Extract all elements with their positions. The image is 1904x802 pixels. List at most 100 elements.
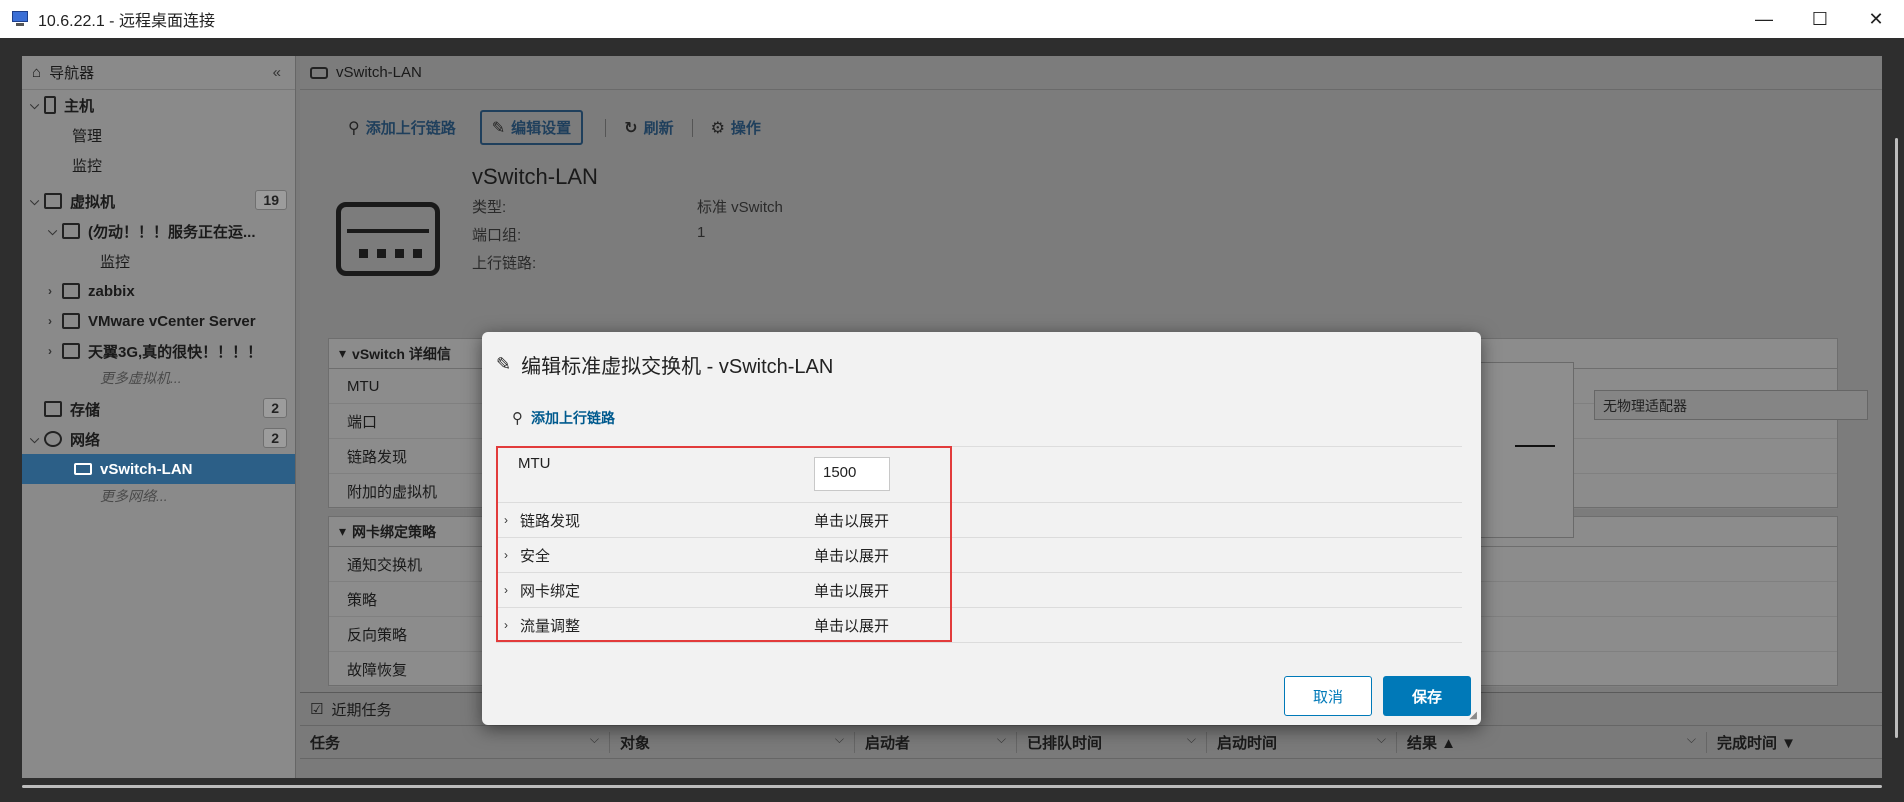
property-row: 上行链路:: [472, 252, 783, 280]
minimize-button[interactable]: —: [1736, 0, 1792, 38]
toolbar-divider: [691, 118, 693, 137]
storage-icon: [44, 401, 62, 417]
nav-host-label: 主机: [64, 97, 95, 115]
topology-diagram: [1474, 362, 1574, 538]
chevron-down-icon[interactable]: ⌵: [997, 732, 1006, 753]
chevron-right-icon[interactable]: ›: [48, 344, 62, 358]
nav-more-vms[interactable]: 更多虚拟机...: [22, 366, 295, 390]
nav-vm-item[interactable]: ⌵ (勿动！！！服务正在运...: [22, 216, 295, 246]
nav-vm-item[interactable]: › VMware vCenter Server: [22, 306, 295, 336]
host-icon: [44, 96, 56, 114]
nav-host-manage[interactable]: 管理: [22, 120, 295, 150]
storage-count-badge: 2: [263, 398, 287, 418]
column-label: 启动时间: [1217, 734, 1278, 752]
chevron-down-icon[interactable]: ⌵: [1687, 732, 1696, 753]
column-header[interactable]: 已排队时间 ⌵: [1017, 731, 1207, 753]
navigator-panel: ⌂ 导航器 « ⌵ 主机 管理 监控 ⌵ 虚拟机 19 ⌵ (勿动！！！服务正在…: [22, 56, 296, 778]
gear-icon: ⚙: [710, 119, 725, 137]
vswitch-large-icon: [336, 202, 440, 276]
vm-icon: [62, 283, 80, 299]
nic-panel-title: 网卡绑定策略: [352, 523, 437, 540]
cancel-button[interactable]: 取消: [1284, 676, 1372, 716]
nav-host-monitor[interactable]: 监控: [22, 150, 295, 180]
chevron-right-icon[interactable]: ›: [48, 284, 62, 298]
column-header[interactable]: 启动时间 ⌵: [1207, 731, 1397, 753]
column-label: 对象: [620, 734, 651, 752]
chevron-down-icon[interactable]: ⌵: [30, 432, 44, 447]
nav-vswitch-lan[interactable]: vSwitch-LAN: [22, 454, 295, 484]
vm-label: zabbix: [88, 282, 135, 300]
save-button[interactable]: 保存: [1383, 676, 1471, 716]
navigator-header: ⌂ 导航器 «: [22, 56, 295, 90]
refresh-button[interactable]: ↻ 刷新: [614, 112, 683, 143]
toolbar-divider: [605, 118, 607, 137]
add-uplink-button[interactable]: ⚲ 添加上行链路: [338, 112, 466, 143]
chevron-down-icon[interactable]: ⌵: [30, 98, 44, 113]
chevron-right-icon[interactable]: ›: [48, 314, 62, 328]
vm-icon: [62, 223, 80, 239]
chevron-down-icon[interactable]: ⌵: [835, 732, 844, 753]
vswitch-icon: [310, 66, 328, 79]
window-title: 10.6.22.1 - 远程桌面连接: [38, 13, 215, 30]
recent-tasks-title: 近期任务: [331, 701, 392, 719]
close-button[interactable]: ✕: [1848, 0, 1904, 38]
horizontal-scrollbar[interactable]: [22, 785, 1882, 788]
add-uplink-label: 添加上行链路: [365, 120, 456, 137]
column-header[interactable]: 对象 ⌵: [610, 731, 855, 753]
column-label: 结果 ▲: [1407, 734, 1457, 752]
home-icon: ⌂: [32, 64, 42, 81]
refresh-label: 刷新: [643, 120, 674, 137]
nav-vm-monitor[interactable]: 监控: [22, 246, 295, 276]
vswitch-label: vSwitch-LAN: [100, 460, 193, 478]
collapse-icon[interactable]: «: [273, 64, 281, 81]
toolbar: ⚲ 添加上行链路 ✎ 编辑设置 ↻ 刷新 ⚙ 操作: [338, 110, 771, 145]
vm-count-badge: 19: [255, 190, 287, 210]
refresh-icon: ↻: [624, 119, 638, 137]
vm-label: VMware vCenter Server: [88, 312, 256, 330]
chevron-down-icon[interactable]: ⌵: [590, 732, 599, 753]
column-header[interactable]: 完成时间 ▼: [1707, 732, 1882, 753]
column-label: 任务: [310, 734, 341, 752]
nav-network[interactable]: ⌵ 网络 2: [22, 424, 295, 454]
property-row: 类型: 标准 vSwitch: [472, 196, 783, 224]
vm-icon: [44, 193, 62, 209]
nav-storage-label: 存储: [70, 401, 101, 419]
property-key: 上行链路:: [472, 255, 537, 272]
vswitch-properties: 类型: 标准 vSwitch 端口组: 1 上行链路:: [472, 196, 783, 280]
details-panel-title: vSwitch 详细信: [352, 345, 451, 362]
vm-icon: [62, 313, 80, 329]
column-header[interactable]: 任务 ⌵: [300, 731, 610, 753]
nav-more-networks[interactable]: 更多网络...: [22, 484, 295, 508]
chevron-down-icon[interactable]: ⌵: [1377, 732, 1386, 753]
vswitch-icon: [74, 463, 92, 475]
nav-vm-item[interactable]: › zabbix: [22, 276, 295, 306]
nav-vm-item[interactable]: › 天翼3G,真的很快！！！！: [22, 336, 295, 366]
pencil-icon: ✎: [491, 119, 506, 137]
remote-desktop-area: ⌂ 导航器 « ⌵ 主机 管理 监控 ⌵ 虚拟机 19 ⌵ (勿动！！！服务正在…: [0, 38, 1904, 802]
esxi-client: ⌂ 导航器 « ⌵ 主机 管理 监控 ⌵ 虚拟机 19 ⌵ (勿动！！！服务正在…: [22, 56, 1882, 778]
remote-desktop-icon: [10, 11, 30, 27]
column-label: 完成时间 ▼: [1717, 734, 1797, 752]
vertical-scrollbar[interactable]: [1895, 138, 1898, 738]
add-uplink-label: 添加上行链路: [531, 410, 615, 426]
add-uplink-link[interactable]: ⚲ 添加上行链路: [512, 408, 615, 428]
nav-storage[interactable]: 存储 2: [22, 394, 295, 424]
column-label: 已排队时间: [1027, 734, 1103, 752]
navigator-title: 导航器: [49, 65, 95, 82]
chevron-down-icon[interactable]: ⌵: [30, 194, 44, 209]
vswitch-title: vSwitch-LAN: [472, 164, 598, 189]
column-header[interactable]: 启动者 ⌵: [855, 731, 1017, 753]
nav-vms[interactable]: ⌵ 虚拟机 19: [22, 186, 295, 216]
pencil-icon: ✎: [496, 354, 512, 374]
actions-label: 操作: [730, 120, 761, 137]
chevron-down-icon[interactable]: ⌵: [48, 224, 62, 239]
maximize-button[interactable]: ☐: [1792, 0, 1848, 38]
highlight-annotation-box: [496, 446, 952, 642]
actions-button[interactable]: ⚙ 操作: [701, 112, 771, 143]
chevron-down-icon[interactable]: ⌵: [1187, 732, 1196, 753]
resize-handle[interactable]: ◢: [1469, 710, 1477, 721]
nav-host[interactable]: ⌵ 主机: [22, 90, 295, 120]
edit-settings-button[interactable]: ✎ 编辑设置: [479, 110, 584, 145]
property-value: 标准 vSwitch: [697, 199, 783, 216]
column-header[interactable]: 结果 ▲ ⌵: [1397, 731, 1707, 753]
